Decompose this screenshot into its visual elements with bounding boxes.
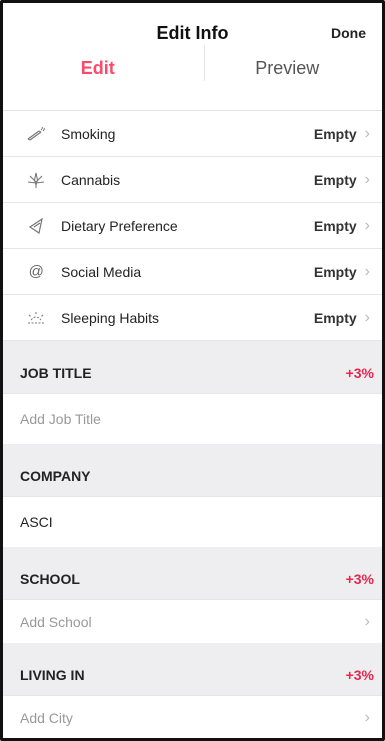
at-icon: @ [28,263,44,280]
lifestyle-row-dietary-preference[interactable]: Dietary Preference Empty › [3,203,382,249]
row-label: Cannabis [61,171,121,188]
edit-preview-tabs: Edit Preview [3,45,382,111]
chevron-right-icon: › [364,308,370,326]
row-label: Dietary Preference [61,217,178,234]
row-label: Sleeping Habits [61,309,160,326]
done-button[interactable]: Done [331,25,366,41]
chevron-right-icon: › [364,612,370,630]
section-header-company: COMPANY [3,444,382,496]
boost-badge: +3% [345,365,374,381]
section-title: LIVING IN [20,667,85,683]
city-input[interactable]: Add City [20,710,73,726]
row-value: Empty [313,171,357,188]
lifestyle-row-social-media[interactable]: @ Social Media Empty › [3,249,382,295]
school-input[interactable]: Add School [20,614,92,630]
section-title: COMPANY [20,468,91,484]
chevron-right-icon: › [364,124,370,142]
row-value: Empty [313,263,357,280]
tab-preview[interactable]: Preview [193,45,383,110]
section-title: SCHOOL [20,571,80,587]
company-input[interactable]: ASCI [20,514,53,530]
section-header-job-title: JOB TITLE +3% [3,341,382,393]
row-label: Social Media [61,263,142,280]
smoking-icon [23,126,49,141]
boost-badge: +3% [345,571,374,587]
boost-badge: +3% [345,667,374,683]
section-title: JOB TITLE [20,365,92,381]
school-field[interactable]: Add School › [3,599,382,643]
page-title: Edit Info [156,23,229,43]
sunrise-icon [23,311,49,325]
chevron-right-icon: › [364,708,370,726]
chevron-right-icon: › [364,216,370,234]
section-header-living-in: LIVING IN +3% [3,643,382,695]
lifestyle-row-sleeping-habits[interactable]: Sleeping Habits Empty › [3,295,382,341]
row-value: Empty [313,309,357,326]
row-label: Smoking [61,125,116,142]
edit-info-screen: Edit Info Done Edit Preview Smoking Empt… [0,0,385,741]
dietary-icon [23,217,49,234]
row-value: Empty [313,217,357,234]
lifestyle-row-smoking[interactable]: Smoking Empty › [3,111,382,157]
tab-edit[interactable]: Edit [3,45,193,110]
job-title-input[interactable]: Add Job Title [20,411,101,427]
lifestyle-list: Smoking Empty › Cannabis Empty › Dietary… [3,111,382,341]
section-header-school: SCHOOL +3% [3,547,382,599]
chevron-right-icon: › [364,262,370,280]
cannabis-icon [23,172,49,188]
row-value: Empty [313,125,357,142]
company-field[interactable]: ASCI [3,496,382,547]
lifestyle-row-cannabis[interactable]: Cannabis Empty › [3,157,382,203]
chevron-right-icon: › [364,170,370,188]
tab-divider [204,45,205,81]
living-in-field[interactable]: Add City › [3,695,382,738]
job-title-field[interactable]: Add Job Title [3,393,382,444]
